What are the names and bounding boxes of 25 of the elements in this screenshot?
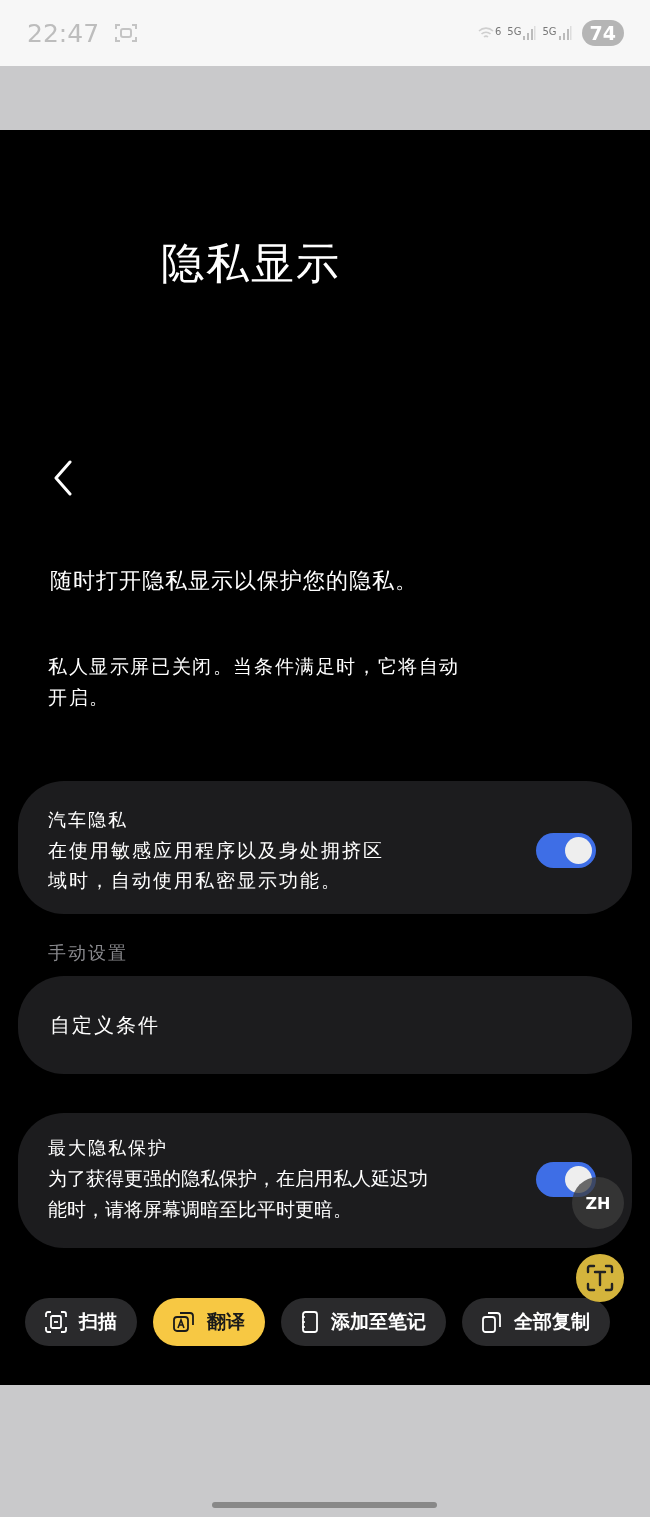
toolbar-button[interactable]: 全部复制 <box>462 1298 610 1346</box>
translate-icon <box>173 1311 195 1333</box>
text-scan-icon <box>586 1264 614 1292</box>
clock-time: 22:47 <box>27 18 100 48</box>
scan-icon <box>45 1311 67 1333</box>
intro-text: 随时打开隐私显示以保护您的隐私。 <box>50 567 419 595</box>
back-icon[interactable] <box>53 460 73 496</box>
toolbar-button[interactable]: 扫描 <box>25 1298 137 1346</box>
notebook-icon <box>301 1311 319 1333</box>
toolbar-button[interactable]: 添加至笔记 <box>281 1298 446 1346</box>
battery-indicator: 74 <box>581 20 624 46</box>
page-title: 隐私显示 <box>161 238 341 288</box>
setting-title: 最大隐私保护 <box>48 1136 168 1160</box>
screenshot-icon <box>115 23 138 43</box>
setting-description: 为了获得更强的隐私保护，在启用私人延迟功能时，请将屏幕调暗至比平时更暗。 <box>48 1166 429 1222</box>
status-text: 私人显示屏已关闭。当条件满足时，它将自动开启。 <box>48 654 460 710</box>
section-header: 手动设置 <box>48 941 128 965</box>
custom-conditions-item[interactable]: 自定义条件 <box>18 976 632 1074</box>
setting-title: 汽车隐私 <box>48 808 128 832</box>
toggle-switch[interactable] <box>536 832 596 868</box>
setting-card[interactable]: 汽车隐私 在使用敏感应用程序以及身处拥挤区域时，自动使用私密显示功能。 <box>18 781 632 914</box>
copy-icon <box>482 1311 502 1333</box>
setting-description: 在使用敏感应用程序以及身处拥挤区域时，自动使用私密显示功能。 <box>48 838 385 893</box>
text-recognition-button[interactable] <box>576 1254 624 1302</box>
toolbar-button[interactable]: 翻译 <box>153 1298 265 1346</box>
